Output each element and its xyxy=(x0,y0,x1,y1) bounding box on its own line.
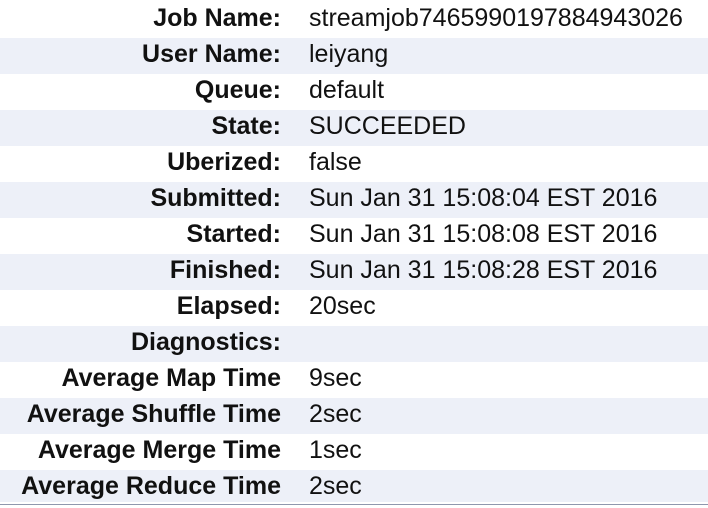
uberized-label: Uberized: xyxy=(167,148,281,176)
queue-value: default xyxy=(309,76,385,104)
job-name-value: streamjob7465990197884943026 xyxy=(309,4,683,32)
average-merge-time-value: 1sec xyxy=(309,436,362,464)
started-value: Sun Jan 31 15:08:08 EST 2016 xyxy=(309,220,658,248)
started-label: Started: xyxy=(186,220,281,248)
average-shuffle-time-row: Average Shuffle Time 2sec xyxy=(0,398,708,434)
diagnostics-label: Diagnostics: xyxy=(130,328,281,356)
job-name-label: Job Name: xyxy=(153,4,281,32)
queue-label: Queue: xyxy=(194,76,281,104)
state-row: State: SUCCEEDED xyxy=(0,110,708,146)
table-bottom-divider xyxy=(0,504,708,505)
submitted-row: Submitted: Sun Jan 31 15:08:04 EST 2016 xyxy=(0,182,708,218)
average-reduce-time-label: Average Reduce Time xyxy=(21,472,281,500)
average-shuffle-time-value: 2sec xyxy=(309,400,362,428)
elapsed-value: 20sec xyxy=(309,292,376,320)
finished-row: Finished: Sun Jan 31 15:08:28 EST 2016 xyxy=(0,254,708,290)
elapsed-label: Elapsed: xyxy=(176,292,281,320)
user-name-row: User Name: leiyang xyxy=(0,38,708,74)
uberized-row: Uberized: false xyxy=(0,146,708,182)
state-value: SUCCEEDED xyxy=(309,112,466,140)
user-name-label: User Name: xyxy=(142,40,281,68)
state-label: State: xyxy=(211,112,281,140)
submitted-label: Submitted: xyxy=(150,184,281,212)
submitted-value: Sun Jan 31 15:08:04 EST 2016 xyxy=(309,184,658,212)
average-map-time-label: Average Map Time xyxy=(61,364,281,392)
finished-label: Finished: xyxy=(169,256,281,284)
average-merge-time-label: Average Merge Time xyxy=(37,436,281,464)
started-row: Started: Sun Jan 31 15:08:08 EST 2016 xyxy=(0,218,708,254)
average-map-time-row: Average Map Time 9sec xyxy=(0,362,708,398)
job-overview-table: Job Name: streamjob7465990197884943026 U… xyxy=(0,0,708,508)
queue-row: Queue: default xyxy=(0,74,708,110)
uberized-value: false xyxy=(309,148,362,176)
average-map-time-value: 9sec xyxy=(309,364,362,392)
average-reduce-time-row: Average Reduce Time 2sec xyxy=(0,470,708,502)
finished-value: Sun Jan 31 15:08:28 EST 2016 xyxy=(309,256,658,284)
average-merge-time-row: Average Merge Time 1sec xyxy=(0,434,708,470)
job-name-row: Job Name: streamjob7465990197884943026 xyxy=(0,0,708,38)
user-name-value: leiyang xyxy=(309,40,389,68)
elapsed-row: Elapsed: 20sec xyxy=(0,290,708,326)
average-reduce-time-value: 2sec xyxy=(309,472,362,500)
average-shuffle-time-label: Average Shuffle Time xyxy=(26,400,281,428)
diagnostics-row: Diagnostics: xyxy=(0,326,708,362)
